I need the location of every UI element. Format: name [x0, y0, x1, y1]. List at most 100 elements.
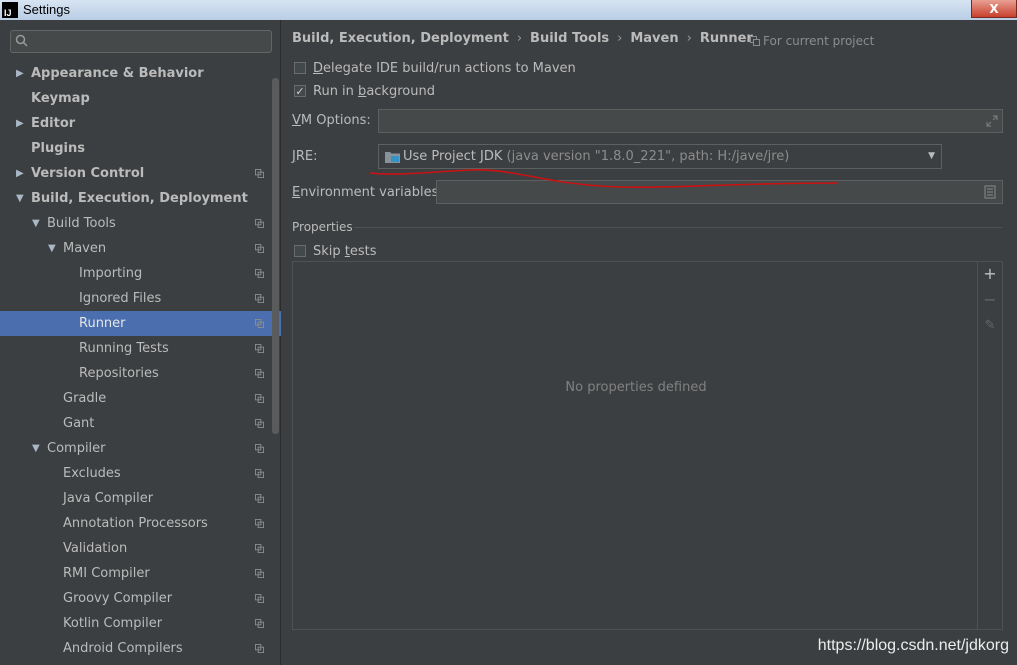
environment-variables-label: Environment variables:: [292, 185, 443, 200]
breadcrumb-separator: ›: [516, 31, 523, 46]
breadcrumb-item: Build, Execution, Deployment: [292, 31, 509, 46]
project-scope-icon: [255, 494, 264, 503]
breadcrumb-separator: ›: [686, 31, 692, 46]
breadcrumb-separator: ›: [617, 31, 623, 46]
close-window-button[interactable]: X: [971, 0, 1017, 18]
delegate-to-maven-label: Delegate IDE build/run actions to Maven: [313, 61, 576, 76]
sidebar-item[interactable]: Android Compilers: [0, 636, 281, 661]
sidebar-item[interactable]: Groovy Compiler: [0, 586, 281, 611]
sidebar-item[interactable]: Ignored Files: [0, 286, 281, 311]
jdk-folder-icon: [385, 152, 400, 163]
sidebar-item-label: Gradle: [63, 391, 107, 406]
project-scope-icon: [255, 319, 264, 328]
sidebar-item[interactable]: Validation: [0, 536, 281, 561]
sidebar-item-label: Keymap: [31, 91, 90, 106]
sidebar-item-label: Plugins: [31, 141, 85, 156]
sidebar-item-label: Running Tests: [79, 341, 169, 356]
environment-variables-input[interactable]: [436, 180, 1003, 204]
sidebar-item[interactable]: Runner: [0, 311, 281, 336]
sidebar-item[interactable]: ▶ Version Control: [0, 161, 281, 186]
sidebar-item-label: Repositories: [79, 366, 159, 381]
sidebar-item-label: RMI Compiler: [63, 566, 150, 581]
sidebar-item[interactable]: Kotlin Compiler: [0, 611, 281, 636]
sidebar-item[interactable]: Repositories: [0, 361, 281, 386]
sidebar-item-label: Excludes: [63, 466, 121, 481]
sidebar-item[interactable]: Gant: [0, 411, 281, 436]
expand-down-arrow-icon[interactable]: ▼: [48, 236, 58, 261]
sidebar-item[interactable]: Running Tests: [0, 336, 281, 361]
collapse-right-arrow-icon[interactable]: ▶: [16, 111, 26, 136]
run-in-background-option[interactable]: ✓ Run in background: [294, 83, 435, 101]
breadcrumb-item: Maven: [630, 31, 679, 46]
intellij-app-icon: IJ: [2, 2, 18, 18]
sidebar-item[interactable]: ▶ Editor: [0, 111, 281, 136]
properties-section-title: Properties: [292, 220, 353, 234]
remove-property-button[interactable]: −: [982, 292, 998, 308]
jre-label: JRE:: [292, 149, 318, 164]
skip-tests-checkbox[interactable]: [294, 244, 306, 257]
sidebar-item[interactable]: RMI Compiler: [0, 561, 281, 586]
sidebar-item[interactable]: Gradle: [0, 386, 281, 411]
expand-icon[interactable]: [985, 114, 999, 128]
sidebar-item[interactable]: Keymap: [0, 86, 281, 111]
project-scope-icon: [255, 244, 264, 253]
sidebar-item-label: Importing: [79, 266, 143, 281]
sidebar-item[interactable]: Excludes: [0, 461, 281, 486]
section-divider: [354, 227, 1002, 228]
sidebar-scrollbar[interactable]: [272, 78, 279, 434]
sidebar-item[interactable]: Importing: [0, 261, 281, 286]
sidebar-item-label: Compiler: [47, 441, 106, 456]
edit-property-button[interactable]: ✎: [982, 318, 998, 334]
search-icon: [15, 34, 28, 47]
watermark-text: https://blog.csdn.net/jdkorg: [817, 637, 1009, 654]
settings-tree: ▶ Appearance & Behavior Keymap ▶ Editor Plugi…: [0, 61, 281, 661]
empty-properties-text: No properties defined: [565, 380, 707, 395]
jre-select[interactable]: Use Project JDK (java version "1.8.0_221…: [378, 144, 942, 169]
window-title-bar: IJ Settings X: [0, 0, 1017, 20]
sidebar-item[interactable]: Java Compiler: [0, 486, 281, 511]
sidebar-item-label: Build, Execution, Deployment: [31, 191, 248, 206]
sidebar-item[interactable]: ▼ Maven: [0, 236, 281, 261]
sidebar-item[interactable]: ▶ Appearance & Behavior: [0, 61, 281, 86]
expand-down-arrow-icon[interactable]: ▼: [32, 211, 42, 236]
window-title: Settings: [23, 2, 70, 17]
sidebar-item-label: Android Compilers: [63, 641, 183, 656]
run-in-background-label: Run in background: [313, 84, 435, 99]
jre-version-detail: (java version "1.8.0_221", path: H:/jave…: [506, 149, 790, 164]
settings-sidebar: ▶ Appearance & Behavior Keymap ▶ Editor Plugi…: [0, 20, 281, 665]
add-property-button[interactable]: +: [982, 266, 998, 282]
properties-table[interactable]: No properties defined + − ✎: [292, 261, 1003, 630]
sidebar-item[interactable]: Annotation Processors: [0, 511, 281, 536]
sidebar-item-label: Build Tools: [47, 216, 116, 231]
skip-tests-label: Skip tests: [313, 244, 377, 259]
expand-down-arrow-icon[interactable]: ▼: [16, 186, 26, 211]
properties-toolbar: + − ✎: [977, 262, 1002, 629]
sidebar-item-label: Java Compiler: [63, 491, 154, 506]
collapse-right-arrow-icon[interactable]: ▶: [16, 61, 26, 86]
project-scope-icon: [255, 469, 264, 478]
settings-search-input[interactable]: [10, 30, 272, 53]
run-in-background-checkbox[interactable]: ✓: [294, 84, 306, 97]
sidebar-item-label: Validation: [63, 541, 128, 556]
sidebar-item[interactable]: ▼ Build, Execution, Deployment: [0, 186, 281, 211]
delegate-to-maven-option[interactable]: Delegate IDE build/run actions to Maven: [294, 60, 576, 78]
sidebar-item-label: Kotlin Compiler: [63, 616, 163, 631]
breadcrumb-item: Runner: [699, 31, 753, 46]
sidebar-item-label: Runner: [79, 316, 126, 331]
sidebar-item[interactable]: ▼ Compiler: [0, 436, 281, 461]
expand-down-arrow-icon[interactable]: ▼: [32, 436, 42, 461]
project-scope-icon: [255, 569, 264, 578]
sidebar-item[interactable]: Plugins: [0, 136, 281, 161]
vm-options-input[interactable]: [378, 109, 1003, 133]
delegate-to-maven-checkbox[interactable]: [294, 61, 306, 74]
sidebar-item-label: Gant: [63, 416, 95, 431]
sidebar-item-label: Maven: [63, 241, 107, 256]
browse-list-icon[interactable]: [984, 185, 996, 199]
project-scope-icon: [255, 294, 264, 303]
sidebar-item[interactable]: ▼ Build Tools: [0, 211, 281, 236]
project-scope-icon: [255, 369, 264, 378]
skip-tests-option[interactable]: Skip tests: [294, 243, 377, 261]
collapse-right-arrow-icon[interactable]: ▶: [16, 161, 26, 186]
sidebar-item-label: Version Control: [31, 166, 145, 181]
project-scope-icon: [255, 644, 264, 653]
